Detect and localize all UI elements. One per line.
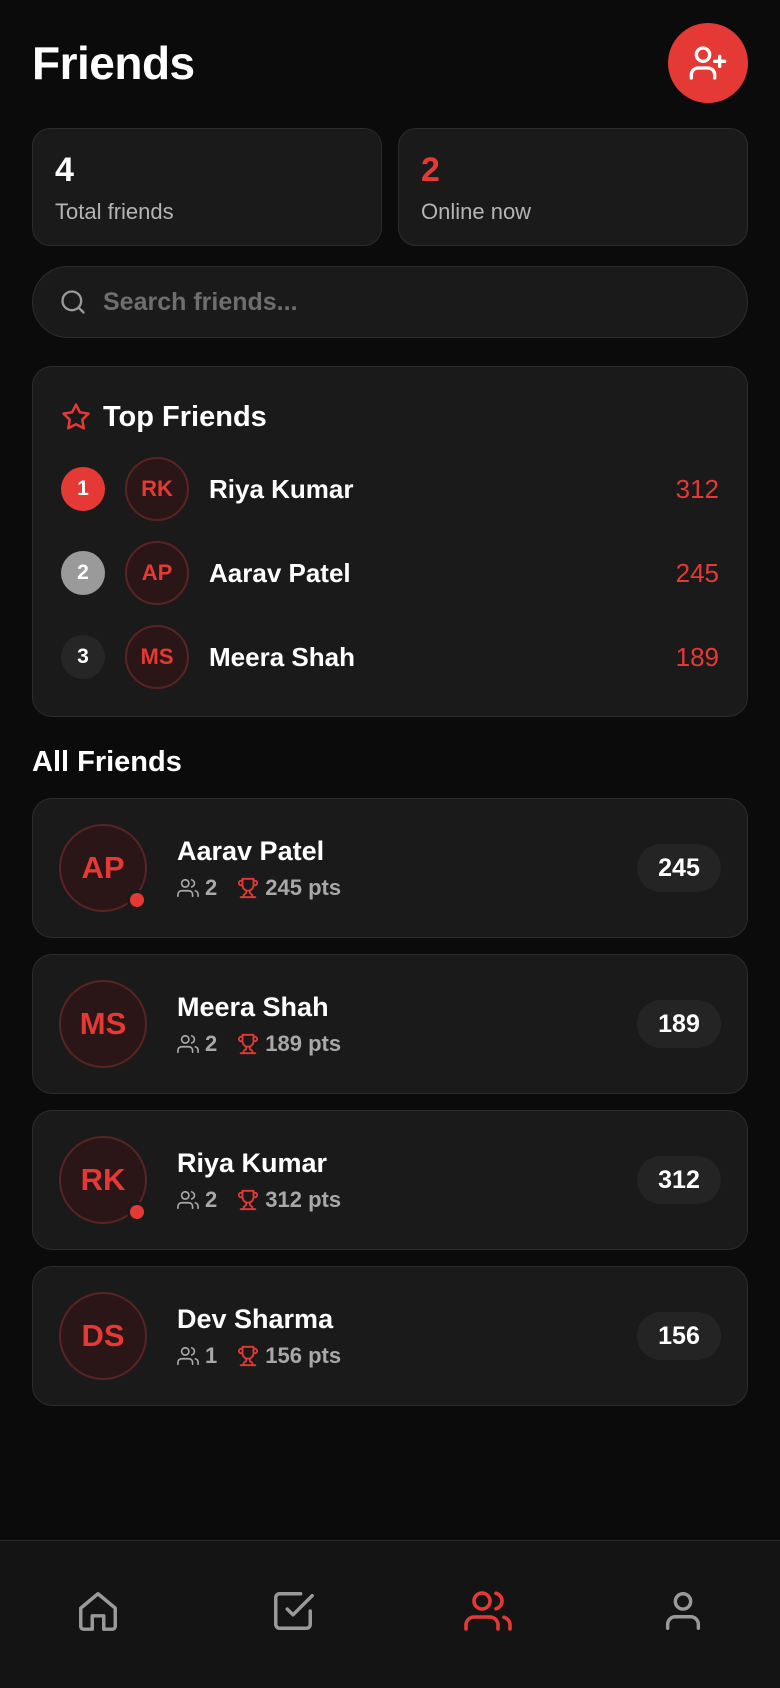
friend-points: 245 pts [265, 874, 342, 900]
avatar-initials: AP [81, 850, 125, 885]
friend-score: 189 [675, 641, 719, 672]
friend-meta: 2 245 pts [177, 875, 637, 901]
nav-home[interactable] [53, 1566, 143, 1656]
top-friends-title: Top Friends [103, 400, 267, 433]
users-icon [177, 1034, 199, 1053]
nav-friends[interactable] [443, 1566, 533, 1656]
bottom-nav [0, 1540, 780, 1688]
score-badge: 245 [637, 844, 721, 892]
home-icon [78, 1591, 117, 1631]
users-icon [177, 1346, 199, 1365]
trophy-icon [238, 1189, 259, 1210]
search-icon [61, 290, 85, 314]
rank-badge: 2 [61, 551, 105, 595]
score-badge: 312 [637, 1156, 721, 1204]
friend-meta: 2 312 pts [177, 1187, 637, 1213]
avatar: MS [125, 625, 189, 689]
check-square-icon [273, 1591, 314, 1630]
top-friend-row[interactable]: 3 MS Meera Shah 189 [61, 625, 719, 689]
nav-tasks[interactable] [248, 1566, 338, 1656]
stats-row: 4 Total friends 2 Online now [32, 128, 748, 246]
trophy-icon [238, 877, 259, 898]
avatar: MS [59, 980, 147, 1068]
score-badge: 156 [637, 1312, 721, 1360]
friend-points: 156 pts [265, 1342, 342, 1368]
top-friends-header: Top Friends [61, 397, 719, 437]
header: Friends [32, 22, 748, 104]
stat-label: Total friends [55, 199, 174, 224]
user-icon [665, 1591, 700, 1630]
friend-score: 312 [675, 473, 719, 504]
all-friends-title: All Friends [32, 746, 182, 778]
trophy-icon [238, 1033, 259, 1054]
friend-card[interactable]: MS Meera Shah 2 189 pts 189 [32, 954, 748, 1094]
search-input[interactable] [103, 287, 721, 317]
top-friend-row[interactable]: 2 AP Aarav Patel 245 [61, 541, 719, 605]
friend-meta: 1 156 pts [177, 1343, 637, 1369]
friend-info: Meera Shah 2 189 pts [177, 992, 637, 1057]
friend-name: Dev Sharma [177, 1303, 334, 1334]
avatar: AP [59, 824, 147, 912]
add-friend-button[interactable] [668, 23, 748, 103]
stat-online-now: 2 Online now [398, 128, 748, 246]
stat-label: Online now [421, 199, 532, 224]
users-icon [177, 878, 199, 897]
online-indicator [127, 1202, 147, 1222]
users-icon [463, 1590, 512, 1631]
star-icon [62, 403, 90, 430]
avatar-initials: MS [79, 1006, 127, 1041]
page-title: Friends [32, 37, 195, 89]
user-plus-icon [689, 46, 727, 80]
stat-value: 2 [421, 151, 440, 189]
stat-value: 4 [55, 151, 74, 189]
friend-points: 189 pts [265, 1030, 342, 1056]
friend-info: Dev Sharma 1 156 pts [177, 1304, 637, 1369]
avatar: AP [125, 541, 189, 605]
stat-total-friends: 4 Total friends [32, 128, 382, 246]
friend-score: 245 [675, 557, 719, 588]
friend-name: Riya Kumar [209, 473, 354, 504]
friend-info: Riya Kumar 2 312 pts [177, 1148, 637, 1213]
avatar: RK [59, 1136, 147, 1224]
top-friend-row[interactable]: 1 RK Riya Kumar 312 [61, 457, 719, 521]
friend-count: 2 [205, 1030, 218, 1056]
friend-name: Aarav Patel [177, 835, 325, 866]
friend-meta: 2 189 pts [177, 1031, 637, 1057]
rank-badge: 3 [61, 635, 105, 679]
search-bar [32, 266, 748, 338]
friend-info: Aarav Patel 2 245 pts [177, 836, 637, 901]
trophy-icon [238, 1345, 259, 1366]
friend-name: Riya Kumar [177, 1147, 328, 1178]
friend-card[interactable]: RK Riya Kumar 2 312 pts 312 [32, 1110, 748, 1250]
avatar: RK [125, 457, 189, 521]
avatar-initials: RK [80, 1162, 126, 1197]
rank-badge: 1 [61, 467, 105, 511]
online-indicator [127, 890, 147, 910]
users-icon [177, 1190, 199, 1209]
top-friends-card: Top Friends 1 RK Riya Kumar 312 2 AP Aar… [32, 366, 748, 717]
friend-card[interactable]: DS Dev Sharma 1 156 pts 156 [32, 1266, 748, 1406]
friend-name: Meera Shah [177, 991, 329, 1022]
friend-card[interactable]: AP Aarav Patel 2 245 pts 245 [32, 798, 748, 938]
friend-count: 2 [205, 1186, 218, 1212]
avatar: DS [59, 1292, 147, 1380]
score-badge: 189 [637, 1000, 721, 1048]
friend-count: 1 [205, 1342, 218, 1368]
friend-name: Meera Shah [209, 641, 355, 672]
friend-name: Aarav Patel [209, 557, 351, 588]
avatar-initials: DS [81, 1318, 125, 1353]
friend-count: 2 [205, 874, 218, 900]
friend-points: 312 pts [265, 1186, 342, 1212]
nav-profile[interactable] [638, 1566, 728, 1656]
